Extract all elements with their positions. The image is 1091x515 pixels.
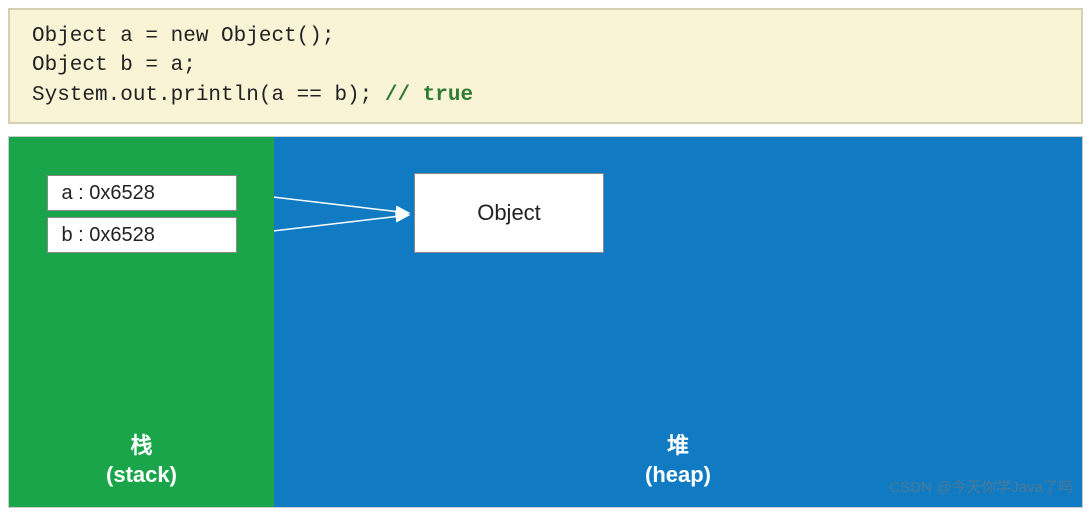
code-line-1: Object a = new Object(); — [32, 22, 1059, 51]
stack-var-a: a : 0x6528 — [47, 175, 237, 211]
code-line-3: System.out.println(a == b); // true — [32, 81, 1059, 110]
heap-object-box: Object — [414, 173, 604, 253]
stack-title-cn: 栈 — [9, 432, 274, 461]
memory-diagram: a : 0x6528 b : 0x6528 栈 (stack) Object 堆… — [8, 136, 1083, 508]
code-line-2: Object b = a; — [32, 51, 1059, 80]
heap-column: Object 堆 (heap) — [274, 137, 1082, 507]
code-line-3-code: System.out.println(a == b); — [32, 84, 385, 107]
code-comment: // true — [385, 84, 473, 107]
watermark-text: CSDN @今天你学Java了吗 — [889, 476, 1073, 497]
heap-title-cn: 堆 — [274, 432, 1082, 461]
code-block: Object a = new Object(); Object b = a; S… — [8, 8, 1083, 124]
stack-title-en: (stack) — [9, 461, 274, 490]
stack-column: a : 0x6528 b : 0x6528 栈 (stack) — [9, 137, 274, 507]
stack-var-b: b : 0x6528 — [47, 217, 237, 253]
stack-label: 栈 (stack) — [9, 432, 274, 489]
